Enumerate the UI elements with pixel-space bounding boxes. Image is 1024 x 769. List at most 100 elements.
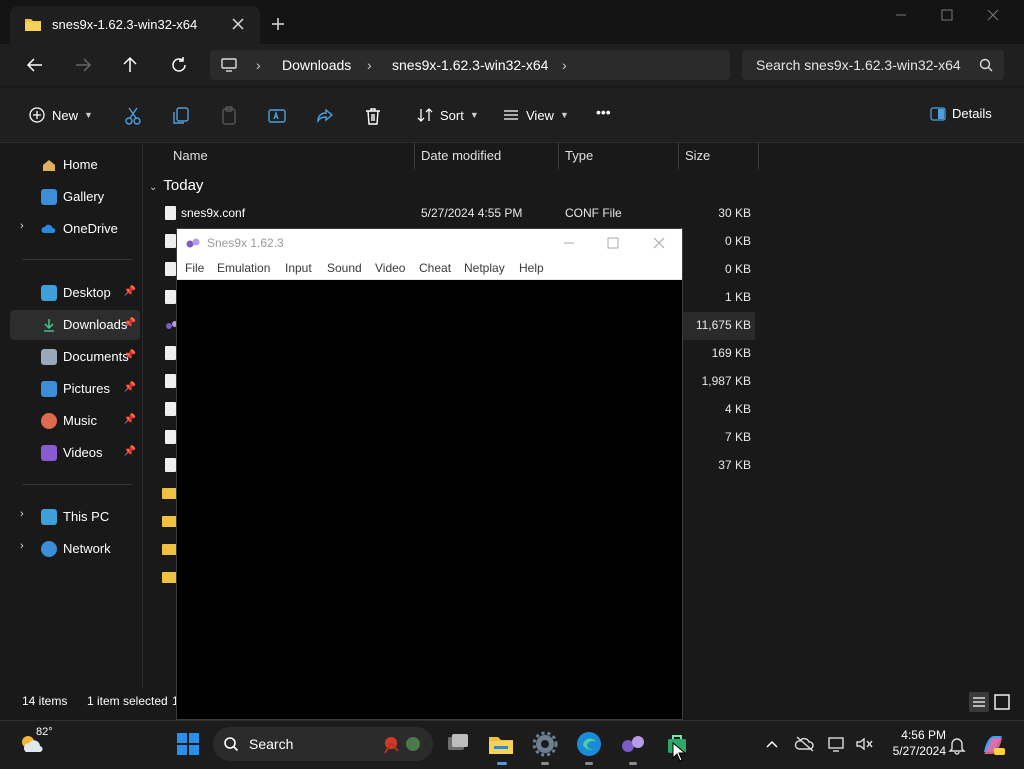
new-tab-icon[interactable] bbox=[268, 14, 288, 34]
pin-icon: 📌 bbox=[123, 382, 136, 393]
nav-item-downloads[interactable]: Downloads 📌 bbox=[10, 310, 140, 340]
edge-browser-icon[interactable] bbox=[575, 730, 603, 758]
sort-label: Sort bbox=[440, 107, 464, 123]
chevron-right-icon[interactable]: › bbox=[20, 540, 24, 552]
details-label: Details bbox=[952, 106, 992, 121]
nav-label: This PC bbox=[63, 509, 110, 524]
rename-icon[interactable] bbox=[266, 105, 288, 127]
sort-button[interactable]: Sort ▼ bbox=[416, 106, 479, 124]
column-divider[interactable] bbox=[414, 143, 415, 169]
notification-bell-icon[interactable] bbox=[948, 735, 966, 755]
maximize-icon[interactable] bbox=[924, 4, 970, 26]
close-window-icon[interactable] bbox=[970, 4, 1016, 26]
snes9x-menubar: File Emulation Input Sound Video Cheat N… bbox=[177, 257, 682, 280]
onedrive-offline-icon[interactable] bbox=[794, 735, 816, 753]
menu-help[interactable]: Help bbox=[519, 261, 544, 275]
delete-icon[interactable] bbox=[362, 105, 384, 127]
details-view-toggle-icon[interactable] bbox=[968, 691, 990, 713]
search-box[interactable]: Search snes9x-1.62.3-win32-x64 bbox=[742, 50, 1004, 80]
minimize-icon[interactable] bbox=[555, 233, 583, 253]
file-icon bbox=[165, 458, 176, 472]
minimize-icon[interactable] bbox=[878, 4, 924, 26]
file-explorer-icon[interactable] bbox=[487, 730, 515, 758]
explorer-tab[interactable]: snes9x-1.62.3-win32-x64 bbox=[10, 6, 260, 44]
menu-netplay[interactable]: Netplay bbox=[464, 261, 505, 275]
windows-start-icon[interactable] bbox=[174, 730, 202, 758]
refresh-icon[interactable] bbox=[168, 54, 190, 76]
column-divider[interactable] bbox=[758, 143, 759, 169]
command-bar: New ▼ Sort ▼ View ▼ ••• Details bbox=[0, 88, 1024, 143]
new-button[interactable]: New ▼ bbox=[28, 106, 93, 124]
table-row[interactable]: snes9x.conf 5/27/2024 4:55 PM CONF File … bbox=[143, 200, 763, 228]
nav-item-desktop[interactable]: Desktop 📌 bbox=[10, 278, 140, 308]
display-icon[interactable] bbox=[827, 735, 847, 753]
forward-arrow-icon[interactable] bbox=[72, 54, 94, 76]
snes9x-taskbar-icon[interactable] bbox=[619, 730, 647, 758]
nav-item-onedrive[interactable]: › OneDrive bbox=[10, 214, 140, 244]
close-window-icon[interactable] bbox=[645, 233, 673, 253]
menu-input[interactable]: Input bbox=[285, 261, 312, 275]
menu-video[interactable]: Video bbox=[375, 261, 405, 275]
weather-temperature[interactable]: 82° bbox=[36, 726, 53, 738]
desktop-icon bbox=[41, 285, 57, 301]
up-arrow-icon[interactable] bbox=[119, 54, 141, 76]
nav-item-this-pc[interactable]: › This PC bbox=[10, 502, 140, 532]
menu-emulation[interactable]: Emulation bbox=[217, 261, 270, 275]
pin-icon: 📌 bbox=[123, 414, 136, 425]
nav-item-music[interactable]: Music 📌 bbox=[10, 406, 140, 436]
snes9x-display-area[interactable] bbox=[177, 280, 682, 719]
selected-row-highlight[interactable]: 11,675 KB bbox=[683, 312, 755, 340]
column-header-date[interactable]: Date modified bbox=[421, 148, 501, 163]
column-divider[interactable] bbox=[678, 143, 679, 169]
file-size: 37 KB bbox=[718, 458, 751, 472]
menu-file[interactable]: File bbox=[185, 261, 204, 275]
chevron-up-icon[interactable] bbox=[764, 736, 780, 752]
chevron-right-icon: › bbox=[367, 57, 372, 73]
taskbar-search[interactable]: Search bbox=[213, 727, 433, 761]
nav-item-network[interactable]: › Network bbox=[10, 534, 140, 564]
nav-item-pictures[interactable]: Pictures 📌 bbox=[10, 374, 140, 404]
settings-gear-icon[interactable] bbox=[531, 730, 559, 758]
column-header-type[interactable]: Type bbox=[565, 148, 593, 163]
column-header-size[interactable]: Size bbox=[685, 148, 710, 163]
column-header-name[interactable]: Name bbox=[173, 148, 208, 163]
nav-item-documents[interactable]: Documents 📌 bbox=[10, 342, 140, 372]
nav-item-videos[interactable]: Videos 📌 bbox=[10, 438, 140, 468]
close-tab-icon[interactable] bbox=[228, 14, 248, 34]
copy-icon[interactable] bbox=[170, 105, 192, 127]
chevron-right-icon[interactable]: › bbox=[20, 508, 24, 520]
paste-icon[interactable] bbox=[218, 105, 240, 127]
menu-cheat[interactable]: Cheat bbox=[419, 261, 451, 275]
maximize-icon[interactable] bbox=[599, 233, 627, 253]
snes9x-titlebar[interactable]: Snes9x 1.62.3 bbox=[177, 229, 682, 257]
file-type: CONF File bbox=[565, 206, 622, 220]
search-icon[interactable] bbox=[978, 57, 994, 73]
file-icon bbox=[165, 402, 176, 416]
snes9x-window[interactable]: Snes9x 1.62.3 File Emulation Input Sound… bbox=[176, 228, 683, 720]
column-divider[interactable] bbox=[558, 143, 559, 169]
view-button[interactable]: View ▼ bbox=[502, 106, 569, 124]
nav-item-gallery[interactable]: Gallery bbox=[10, 182, 140, 212]
menu-sound[interactable]: Sound bbox=[327, 261, 362, 275]
copilot-icon[interactable] bbox=[980, 732, 1006, 758]
chevron-right-icon[interactable]: › bbox=[562, 57, 567, 73]
more-options-button[interactable]: ••• bbox=[596, 104, 611, 120]
address-bar[interactable]: › Downloads › snes9x-1.62.3-win32-x64 › bbox=[210, 50, 730, 80]
volume-muted-icon[interactable] bbox=[854, 735, 874, 753]
back-arrow-icon[interactable] bbox=[24, 54, 46, 76]
chevron-right-icon[interactable]: › bbox=[20, 220, 24, 232]
details-button[interactable]: Details bbox=[930, 106, 992, 121]
task-view-icon[interactable] bbox=[444, 730, 472, 758]
breadcrumb-downloads[interactable]: Downloads bbox=[282, 57, 351, 73]
snes9x-app-icon bbox=[165, 318, 178, 332]
file-size: 7 KB bbox=[724, 430, 751, 444]
group-header[interactable]: ⌄ Today bbox=[149, 177, 203, 194]
tiles-view-toggle-icon[interactable] bbox=[991, 691, 1013, 713]
search-placeholder[interactable]: Search snes9x-1.62.3-win32-x64 bbox=[756, 57, 961, 73]
breadcrumb-current-folder[interactable]: snes9x-1.62.3-win32-x64 bbox=[392, 57, 548, 73]
monitor-icon bbox=[220, 56, 238, 74]
system-clock[interactable]: 4:56 PM 5/27/2024 bbox=[880, 727, 946, 759]
share-icon[interactable] bbox=[314, 105, 336, 127]
cut-icon[interactable] bbox=[122, 105, 144, 127]
nav-item-home[interactable]: Home bbox=[10, 150, 140, 180]
